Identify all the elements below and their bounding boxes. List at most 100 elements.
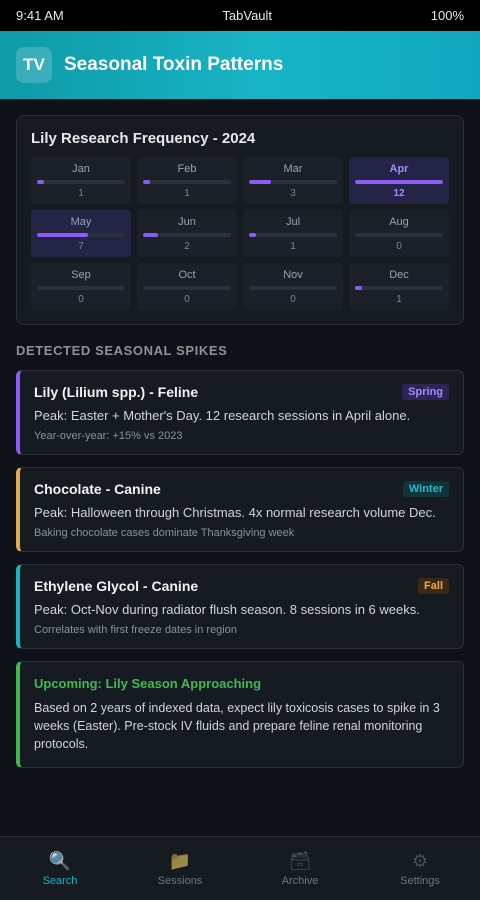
season-badge: Winter [402,481,449,497]
month-cell-aug[interactable]: Aug 0 [349,210,449,257]
month-count: 1 [396,294,402,305]
spike-note: Correlates with first freeze dates in re… [34,624,237,636]
month-bar-fill [143,180,151,184]
month-cell-may[interactable]: May 7 [31,210,131,257]
frequency-calendar-card: Lily Research Frequency - 2024 Jan 1 Feb 1 M… [16,115,464,325]
spike-card[interactable]: Chocolate - Canine Winter Peak: Halloween … [16,467,464,552]
season-badge: Spring [402,384,449,400]
month-bar-fill [249,233,257,237]
tab-label: Search [42,875,78,887]
app-logo: TV [16,47,52,83]
month-bar-track [143,286,231,290]
month-bar-track [355,233,443,237]
spike-note: Baking chocolate cases dominate Thanksgi… [34,527,295,539]
month-count: 12 [393,188,405,199]
season-badge: Fall [418,578,449,594]
status-carrier: TabVault [222,8,273,23]
spike-title: Chocolate - Canine [34,481,161,497]
month-count: 2 [184,241,190,252]
month-name: Jan [72,163,90,175]
month-name: Feb [177,163,197,175]
spike-card-header: Chocolate - Canine Winter [34,481,449,497]
month-count: 0 [396,241,402,252]
month-bar-fill [143,233,158,237]
tab-settings[interactable]: ⚙ Settings [360,837,480,900]
month-count: 3 [290,188,296,199]
month-bar-track [249,233,337,237]
month-cell-feb[interactable]: Feb 1 [137,157,237,204]
month-name: Nov [283,269,303,281]
month-count: 0 [184,294,190,305]
month-count: 1 [78,188,84,199]
month-bar-track [355,180,443,184]
upcoming-body: Based on 2 years of indexed data, expect… [34,701,440,751]
tab-archive[interactable]: 🗃 Archive [240,837,360,900]
month-name: Aug [389,216,409,228]
month-bar-track [249,286,337,290]
status-bar: 9:41 AM TabVault 100% [0,0,480,31]
month-bar-track [143,180,231,184]
spike-list: Lily (Lilium spp.) - Feline Spring Peak: E… [16,370,464,649]
month-cell-jul[interactable]: Jul 1 [243,210,343,257]
upcoming-alert-card[interactable]: Upcoming: Lily Season Approaching Based … [16,661,464,768]
month-bar-track [37,180,125,184]
search-icon: 🔍 [48,851,72,871]
month-bar-fill [355,180,443,184]
section-heading: DETECTED SEASONAL SPIKES [16,343,228,358]
month-count: 0 [290,294,296,305]
month-cell-oct[interactable]: Oct 0 [137,263,237,310]
month-bar-track [37,286,125,290]
tab-label: Sessions [157,875,203,887]
spike-card-header: Lily (Lilium spp.) - Feline Spring [34,384,449,400]
month-cell-mar[interactable]: Mar 3 [243,157,343,204]
tab-search[interactable]: 🔍 Search [0,837,120,900]
month-name: Sep [71,269,91,281]
spike-title: Ethylene Glycol - Canine [34,578,199,594]
spike-description: Peak: Oct-Nov during radiator flush seas… [34,602,420,617]
month-cell-nov[interactable]: Nov 0 [243,263,343,310]
status-time: 9:41 AM [16,8,64,23]
tab-label: Settings [400,875,440,887]
month-count: 1 [184,188,190,199]
month-bar-fill [355,286,363,290]
spike-title: Lily (Lilium spp.) - Feline [34,384,199,400]
spike-card[interactable]: Lily (Lilium spp.) - Feline Spring Peak: E… [16,370,464,455]
month-grid: Jan 1 Feb 1 Mar 3 Apr 12 May 7 Jun 2 Jul 1 Aug 0 Sep 0 Oct… [31,157,449,310]
spike-description: Peak: Halloween through Christmas. 4x no… [34,505,436,520]
spike-description: Peak: Easter + Mother's Day. 12 research… [34,408,411,423]
month-bar-track [249,180,337,184]
gear-icon: ⚙ [411,851,429,871]
app-header: TV Seasonal Toxin Patterns [0,31,480,99]
month-cell-jan[interactable]: Jan 1 [31,157,131,204]
archive-icon: 🗃 [288,851,312,871]
month-count: 1 [290,241,296,252]
tab-label: Archive [281,875,319,887]
month-count: 7 [78,241,84,252]
month-name: Apr [389,163,409,175]
spike-note: Year-over-year: +15% vs 2023 [34,430,183,442]
month-bar-track [355,286,443,290]
upcoming-title: Upcoming: Lily Season Approaching [34,676,262,691]
month-name: May [70,216,92,228]
folder-icon: 📁 [168,851,192,871]
month-bar-track [143,233,231,237]
month-name: Dec [389,269,409,281]
month-name: Jun [178,216,196,228]
month-cell-apr[interactable]: Apr 12 [349,157,449,204]
calendar-title: Lily Research Frequency - 2024 [31,130,256,147]
main-content: Lily Research Frequency - 2024 Jan 1 Feb 1 M… [0,99,480,768]
spike-card[interactable]: Ethylene Glycol - Canine Fall Peak: Oct-No… [16,564,464,649]
month-cell-dec[interactable]: Dec 1 [349,263,449,310]
month-bar-fill [37,180,45,184]
month-bar-fill [249,180,271,184]
month-name: Jul [285,216,301,228]
month-cell-sep[interactable]: Sep 0 [31,263,131,310]
tab-sessions[interactable]: 📁 Sessions [120,837,240,900]
month-name: Mar [283,163,303,175]
spike-card-header: Ethylene Glycol - Canine Fall [34,578,449,594]
bottom-tab-bar: 🔍 Search 📁 Sessions 🗃 Archive ⚙ Settings [0,836,480,900]
page-title: Seasonal Toxin Patterns [64,54,284,75]
month-cell-jun[interactable]: Jun 2 [137,210,237,257]
month-bar-track [37,233,125,237]
status-battery: 100% [430,8,464,23]
